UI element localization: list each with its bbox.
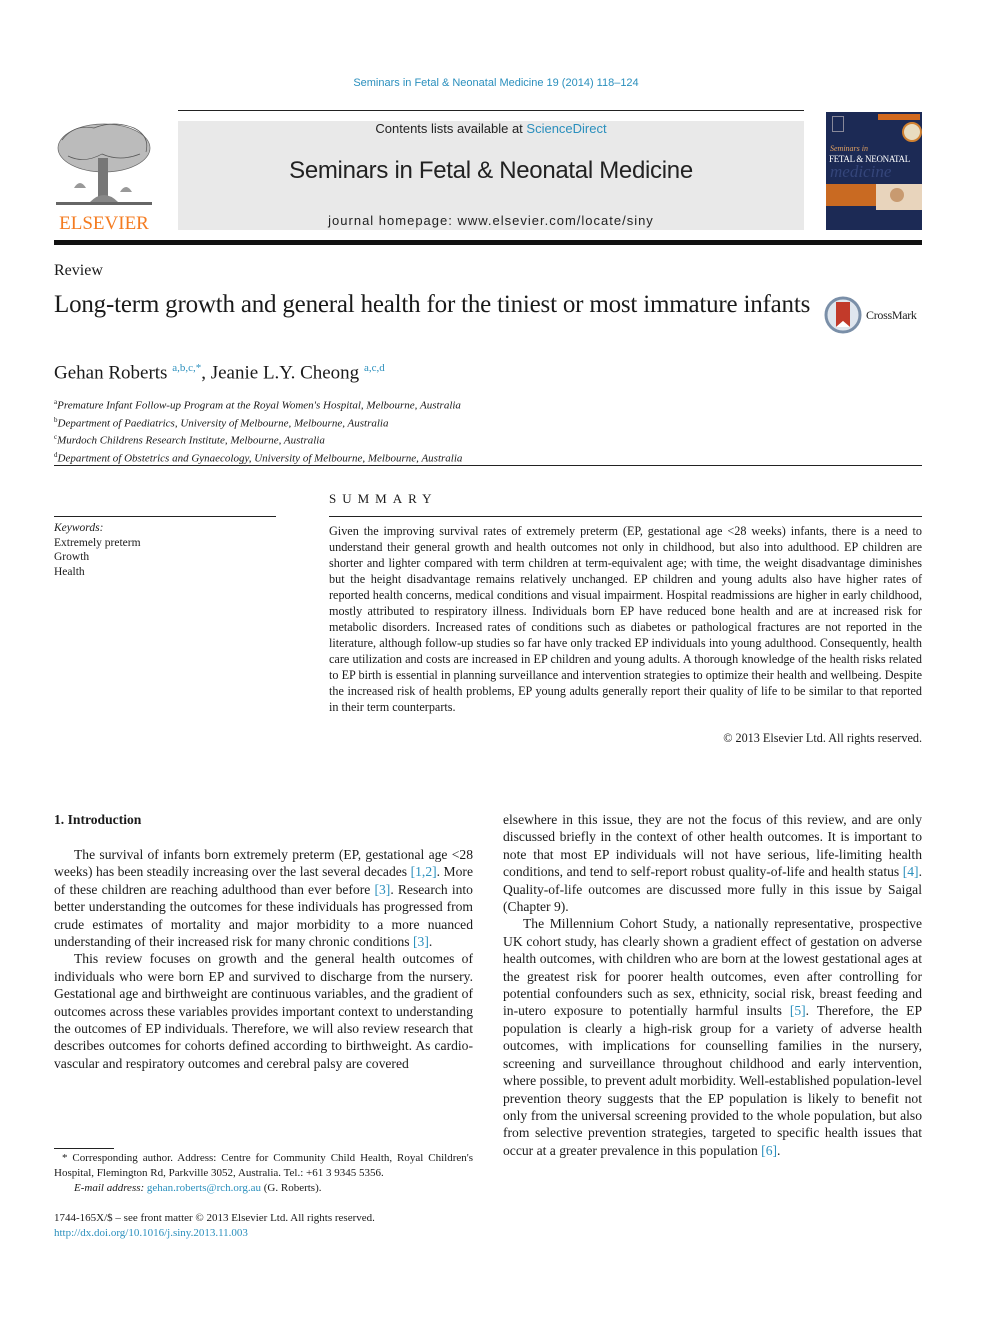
corresponding-author-footnote: * Corresponding author. Address: Centre … bbox=[54, 1151, 473, 1196]
corresponding-author-mark[interactable]: * bbox=[196, 362, 202, 374]
summary-copyright: © 2013 Elsevier Ltd. All rights reserved… bbox=[723, 731, 922, 745]
keywords-block: Keywords: Extremely preterm Growth Healt… bbox=[54, 521, 141, 579]
journal-cover-image[interactable]: Seminars in FETAL & NEONATAL medicine bbox=[826, 112, 922, 230]
affiliation-item: dDepartment of Obstetrics and Gynaecolog… bbox=[54, 448, 462, 466]
affiliation-list: aPremature Infant Follow-up Program at t… bbox=[54, 395, 462, 466]
keyword-item: Growth bbox=[54, 551, 90, 564]
author-name[interactable]: Jeanie L.Y. Cheong bbox=[211, 362, 359, 383]
journal-title: Seminars in Fetal & Neonatal Medicine bbox=[289, 157, 693, 184]
article-type: Review bbox=[54, 262, 103, 279]
footnote-email-line: E-mail address: gehan.roberts@rch.org.au… bbox=[54, 1181, 473, 1196]
citation-link[interactable]: [3] bbox=[374, 882, 390, 897]
summary-heading: SUMMARY bbox=[329, 491, 438, 506]
body-column-right: elsewhere in this issue, they are not th… bbox=[503, 811, 922, 1159]
cover-series: Seminars in bbox=[830, 144, 868, 153]
keywords-rule bbox=[54, 516, 276, 517]
contents-prefix: Contents lists available at bbox=[375, 121, 527, 136]
body-paragraph: This review focuses on growth and the ge… bbox=[54, 951, 473, 1071]
affiliation-item: aPremature Infant Follow-up Program at t… bbox=[54, 395, 462, 413]
citation-link[interactable]: [6] bbox=[761, 1143, 777, 1158]
keyword-item: Health bbox=[54, 565, 85, 578]
elsevier-tree-icon bbox=[56, 123, 152, 205]
affiliation-item: bDepartment of Paediatrics, University o… bbox=[54, 413, 462, 431]
summary-text: Given the improving survival rates of ex… bbox=[329, 524, 922, 714]
elsevier-wordmark: ELSEVIER bbox=[59, 213, 149, 234]
issn-line: 1744-165X/$ – see front matter © 2013 El… bbox=[54, 1212, 375, 1224]
email-label: E-mail address: bbox=[74, 1182, 145, 1194]
journal-banner: Contents lists available at ScienceDirec… bbox=[178, 121, 804, 230]
crossmark-icon bbox=[824, 296, 862, 334]
elsevier-logo[interactable]: ELSEVIER bbox=[54, 118, 154, 234]
affiliation-item: cMurdoch Childrens Research Institute, M… bbox=[54, 430, 462, 448]
citation-link[interactable]: [3] bbox=[413, 934, 429, 949]
crossmark-button[interactable]: CrossMark bbox=[824, 296, 917, 334]
keyword-item: Extremely preterm bbox=[54, 536, 141, 549]
affiliation-text: Premature Infant Follow-up Program at th… bbox=[57, 399, 461, 412]
crossmark-label: CrossMark bbox=[866, 307, 917, 322]
affiliation-text: Murdoch Childrens Research Institute, Me… bbox=[57, 434, 325, 447]
body-paragraph: The survival of infants born extremely p… bbox=[54, 847, 473, 950]
citation-link[interactable]: [5] bbox=[790, 1003, 806, 1018]
affiliation-text: Department of Obstetrics and Gynaecology… bbox=[57, 452, 463, 465]
citation-link[interactable]: [1,2] bbox=[411, 864, 437, 879]
cover-badge-icon bbox=[902, 122, 922, 142]
email-link[interactable]: gehan.roberts@rch.org.au bbox=[147, 1182, 261, 1194]
author-affiliation-refs[interactable]: a,c,d bbox=[364, 362, 385, 374]
cover-top-band bbox=[878, 114, 920, 120]
sciencedirect-link[interactable]: ScienceDirect bbox=[526, 121, 606, 136]
author-name[interactable]: Gehan Roberts bbox=[54, 362, 167, 383]
footnote-address: * Corresponding author. Address: Centre … bbox=[54, 1152, 473, 1179]
keywords-label: Keywords: bbox=[54, 522, 104, 534]
body-paragraph: The Millennium Cohort Study, a nationall… bbox=[503, 916, 922, 1158]
citation-link[interactable]: [4] bbox=[903, 864, 919, 879]
affiliation-text: Department of Paediatrics, University of… bbox=[57, 417, 389, 430]
header-thick-rule bbox=[54, 240, 922, 245]
journal-homepage[interactable]: journal homepage: www.elsevier.com/locat… bbox=[178, 213, 804, 228]
body-column-left: The survival of infants born extremely p… bbox=[54, 846, 473, 1072]
cover-subtitle: medicine bbox=[830, 162, 892, 181]
article-title: Long-term growth and general health for … bbox=[54, 291, 811, 318]
journal-reference-link[interactable]: Seminars in Fetal & Neonatal Medicine 19… bbox=[0, 77, 992, 89]
header-rule bbox=[178, 110, 804, 111]
body-paragraph: elsewhere in this issue, they are not th… bbox=[503, 812, 922, 915]
author-list: Gehan Roberts a,b,c,*, Jeanie L.Y. Cheon… bbox=[54, 362, 385, 384]
contents-line: Contents lists available at ScienceDirec… bbox=[178, 121, 804, 136]
footnote-rule bbox=[54, 1148, 114, 1149]
affiliation-rule bbox=[54, 465, 922, 466]
doi-link[interactable]: http://dx.doi.org/10.1016/j.siny.2013.11… bbox=[54, 1227, 248, 1239]
section-heading-introduction: 1. Introduction bbox=[54, 812, 142, 827]
cover-photo bbox=[876, 184, 922, 210]
email-suffix: (G. Roberts). bbox=[261, 1182, 322, 1194]
cover-orange-band bbox=[826, 184, 876, 206]
cover-elsevier-mark bbox=[832, 116, 844, 132]
summary-rule bbox=[329, 516, 922, 517]
author-affiliation-refs[interactable]: a,b,c, bbox=[172, 362, 196, 374]
front-matter: 1744-165X/$ – see front matter © 2013 El… bbox=[54, 1211, 473, 1241]
